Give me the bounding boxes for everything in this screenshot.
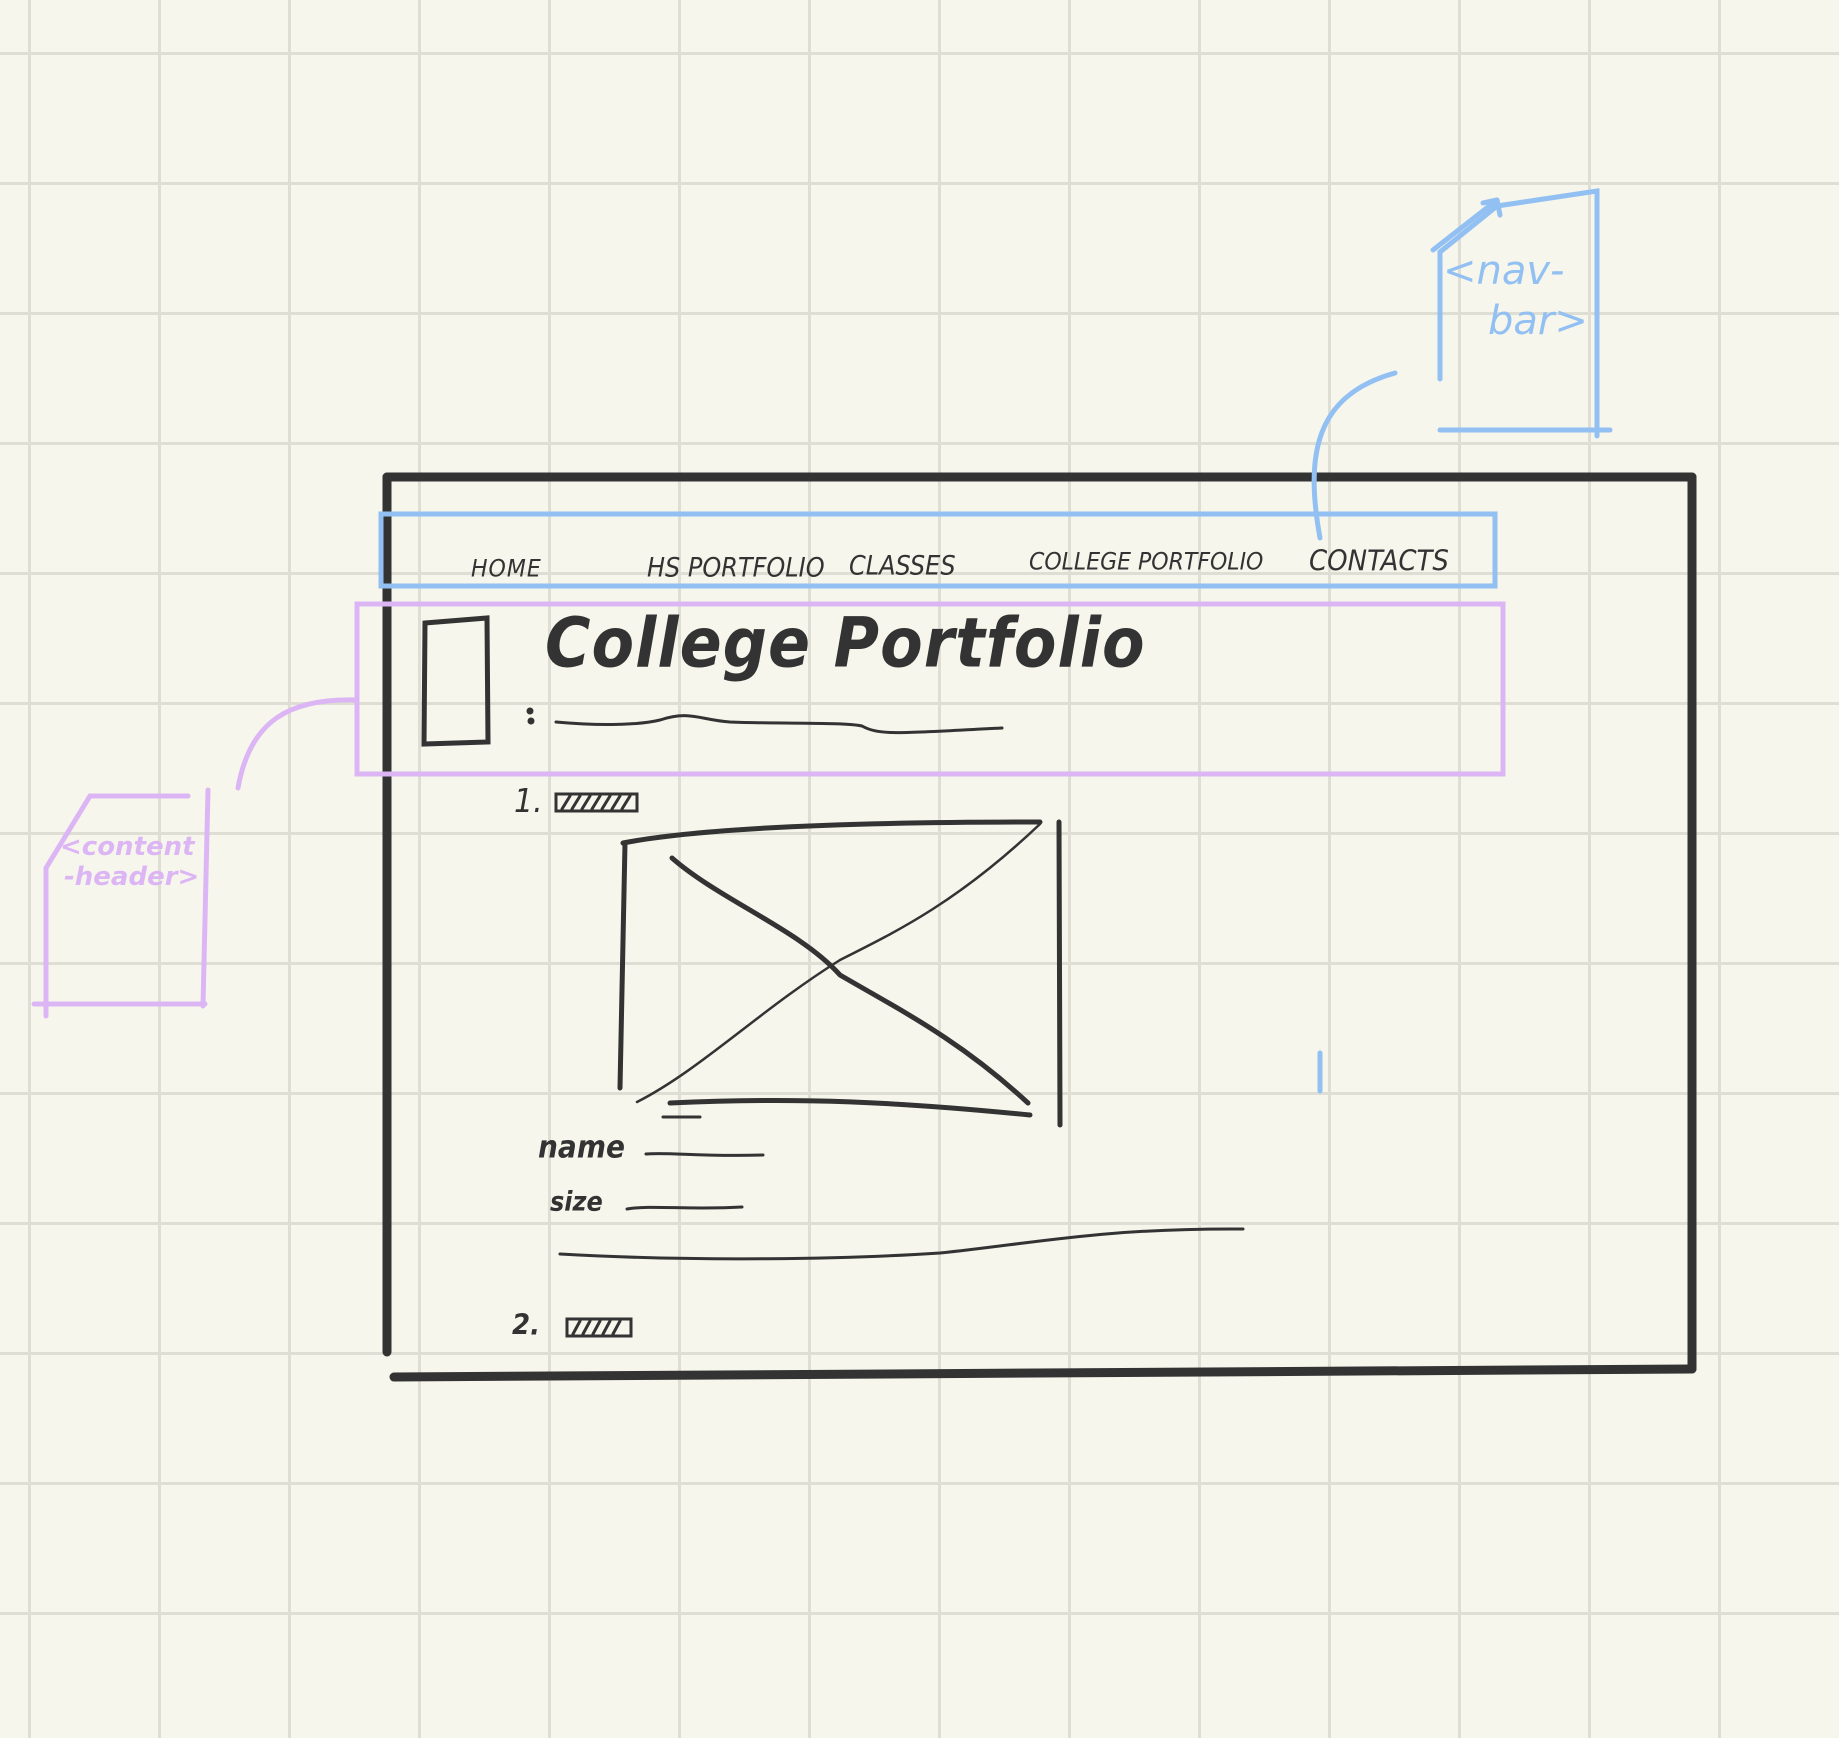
header-image-placeholder-icon — [421, 615, 491, 747]
nav-item-home[interactable]: HOME — [471, 556, 542, 584]
section-2-number: 2. — [512, 1309, 540, 1342]
section-2-label-scribble — [565, 1317, 633, 1338]
navbar-tag-label-line2: bar> — [1488, 298, 1588, 344]
nav-item-hs-portfolio[interactable]: HS PORTFOLIO — [647, 552, 825, 583]
navbar-tag-label: <nav- bar> — [1443, 248, 1588, 344]
header-subtitle-line — [526, 707, 1004, 735]
section-1-name-label: name — [538, 1128, 625, 1165]
page-title: College Portfolio — [545, 602, 1146, 683]
image-placeholder-icon — [617, 819, 1063, 1128]
content-header-tag-label-line1: <content — [60, 832, 195, 862]
name-value-line — [644, 1152, 765, 1157]
content-header-tag-label: <content -header> — [60, 832, 199, 892]
content-header-connector — [235, 697, 360, 791]
navbar-tag-label-line1: <nav- — [1443, 248, 1565, 294]
section-1-label-scribble — [554, 792, 639, 813]
navbar: HOME HS PORTFOLIO CLASSES COLLEGE PORTFO… — [381, 514, 1495, 586]
content-header-tag-label-line2: -header> — [64, 862, 200, 892]
section-1-field-lines — [558, 1152, 1245, 1261]
nav-item-college-portfolio[interactable]: COLLEGE PORTFOLIO — [1029, 549, 1263, 577]
section-1-size-label: size — [550, 1186, 603, 1217]
size-value-line — [625, 1205, 744, 1211]
nav-item-contacts[interactable]: CONTACTS — [1309, 545, 1449, 578]
content-header-tag-box — [31, 787, 211, 1019]
nav-item-classes[interactable]: CLASSES — [849, 550, 956, 581]
description-line — [558, 1227, 1245, 1261]
section-1-number: 1. — [514, 782, 543, 822]
